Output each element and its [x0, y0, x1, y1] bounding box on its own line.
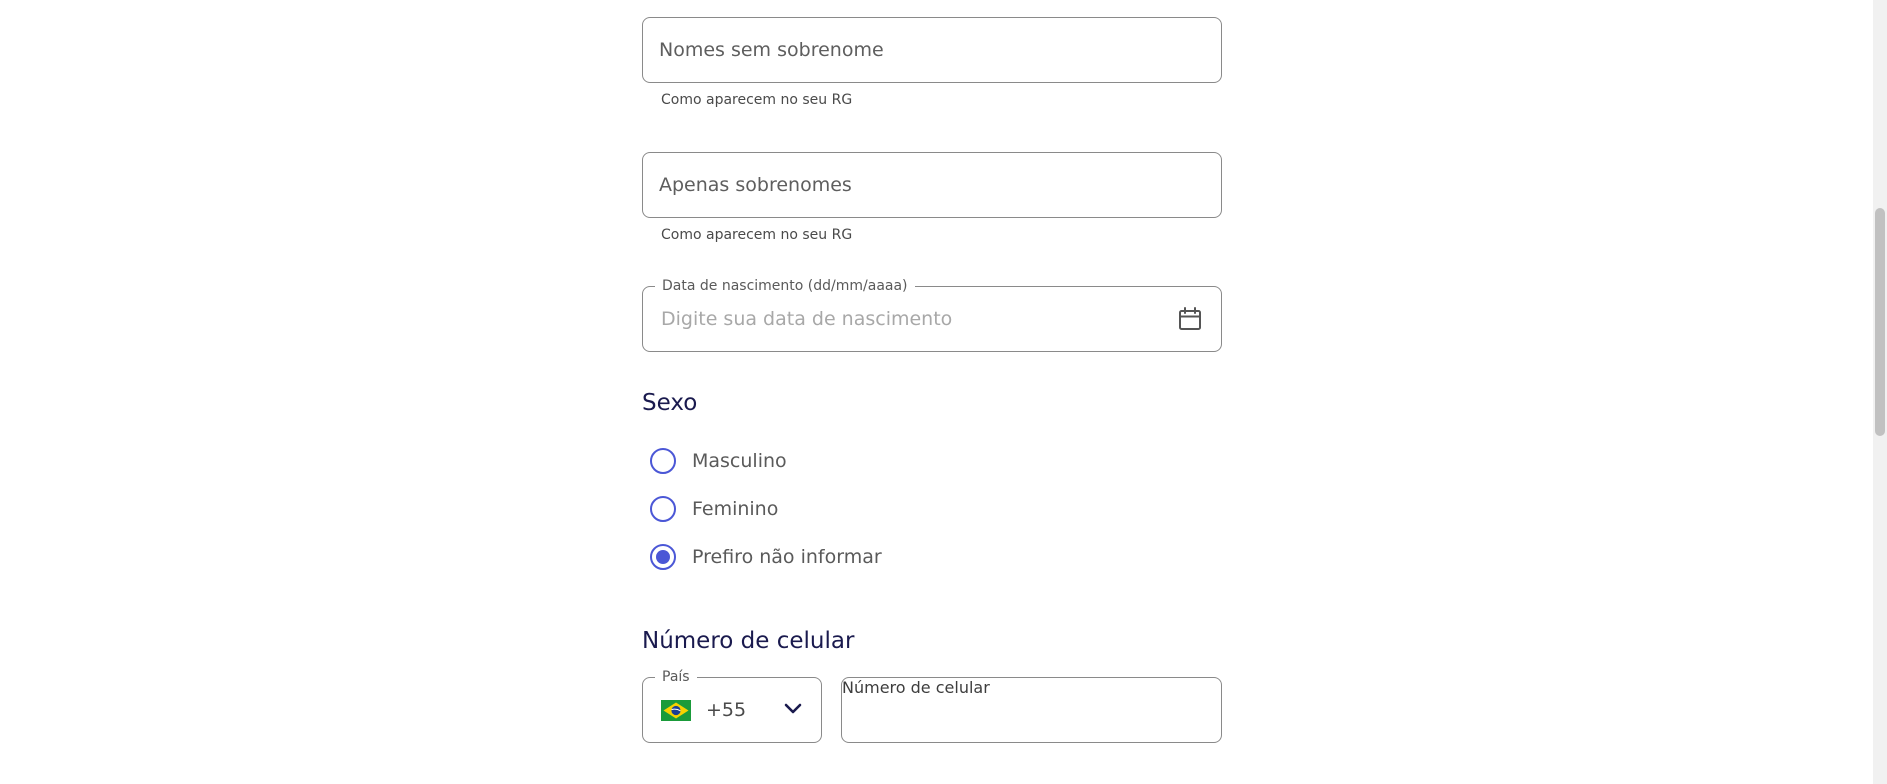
phone-number-field[interactable]: Número de celular [841, 677, 1222, 743]
radio-button-checked[interactable] [650, 544, 676, 570]
last-name-helper: Como aparecem no seu RG [661, 227, 853, 243]
radio-label: Masculino [692, 450, 787, 472]
calendar-icon[interactable] [1177, 306, 1203, 332]
radio-option-feminino[interactable]: Feminino [650, 494, 778, 524]
first-name-placeholder: Nomes sem sobrenome [659, 39, 884, 61]
radio-option-masculino[interactable]: Masculino [650, 446, 787, 476]
first-name-field[interactable]: Nomes sem sobrenome [642, 17, 1222, 83]
last-name-field[interactable]: Apenas sobrenomes [642, 152, 1222, 218]
birth-date-field[interactable]: Data de nascimento (dd/mm/aaaa) Digite s… [642, 277, 1222, 352]
birth-date-placeholder: Digite sua data de nascimento [661, 308, 953, 330]
country-dial-code: +55 [706, 699, 747, 721]
last-name-placeholder: Apenas sobrenomes [659, 174, 852, 196]
chevron-down-icon [784, 703, 802, 714]
radio-button[interactable] [650, 496, 676, 522]
radio-button[interactable] [650, 448, 676, 474]
first-name-helper: Como aparecem no seu RG [661, 92, 853, 108]
country-code-select[interactable]: País +55 [642, 668, 822, 743]
vertical-scrollbar[interactable] [1873, 0, 1887, 784]
radio-option-prefiro-nao-informar[interactable]: Prefiro não informar [650, 542, 882, 572]
page: Nomes sem sobrenome Como aparecem no seu… [0, 0, 1887, 784]
country-label: País [655, 668, 697, 686]
radio-label: Feminino [692, 498, 779, 520]
sex-section-title: Sexo [642, 390, 698, 416]
scrollbar-thumb[interactable] [1875, 208, 1885, 436]
phone-section-title: Número de celular [642, 628, 855, 654]
brazil-flag-icon [661, 700, 691, 721]
radio-label: Prefiro não informar [692, 546, 882, 568]
phone-number-placeholder: Número de celular [842, 678, 990, 697]
birth-date-label: Data de nascimento (dd/mm/aaaa) [655, 277, 915, 295]
